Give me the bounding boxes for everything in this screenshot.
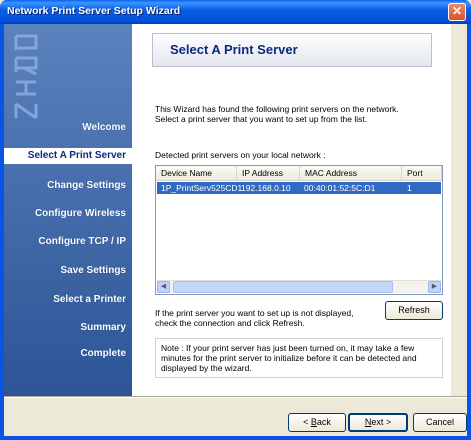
step-save-settings: Save Settings [60, 265, 126, 276]
back-prefix: < [303, 417, 311, 427]
refresh-hint-1: If the print server you want to set up i… [155, 308, 354, 318]
note-line-1: Note : If your print server has just bee… [161, 343, 415, 353]
step-select-print-server: Select A Print Server [4, 148, 132, 164]
print-server-list[interactable]: Device Name IP Address MAC Address Port … [155, 165, 443, 295]
cell-mac-address: 00:40:01:52:5C:D1 [304, 183, 376, 193]
list-header: Device Name IP Address MAC Address Port [156, 166, 442, 181]
window-title: Network Print Server Setup Wizard [7, 5, 181, 17]
cell-device-name: 1P_PrintServ525CD1 [161, 183, 243, 193]
scroll-thumb[interactable] [173, 281, 393, 293]
intro-text-2: Select a print server that you want to s… [155, 114, 368, 124]
arrow-left-icon: ◀ [160, 283, 167, 290]
cell-port: 1 [407, 183, 412, 193]
title-bar[interactable]: Network Print Server Setup Wizard ✕ [0, 0, 471, 24]
step-change-settings: Change Settings [47, 180, 126, 191]
step-summary: Summary [80, 322, 126, 333]
steps-sidebar: Welcome Select A Print Server Change Set… [4, 24, 132, 396]
refresh-hint-2: check the connection and click Refresh. [155, 318, 305, 328]
footer-divider [4, 396, 467, 398]
column-ip-address[interactable]: IP Address [237, 166, 300, 181]
close-icon: ✕ [451, 4, 463, 18]
step-configure-wireless: Configure Wireless [34, 208, 126, 219]
list-label: Detected print servers on your local net… [155, 150, 326, 160]
step-configure-tcpip: Configure TCP / IP [38, 236, 126, 247]
next-label: ext > [371, 417, 392, 427]
back-label: ack [316, 417, 331, 427]
note-line-3: displayed by the wizard. [161, 363, 252, 373]
column-device-name[interactable]: Device Name [156, 166, 237, 181]
close-button[interactable]: ✕ [448, 3, 466, 21]
refresh-button[interactable]: Refresh [385, 301, 443, 320]
step-complete: Complete [80, 348, 126, 359]
page-title: Select A Print Server [170, 42, 298, 57]
scroll-right-button[interactable]: ▶ [428, 281, 441, 293]
column-mac-address[interactable]: MAC Address [300, 166, 402, 181]
column-port[interactable]: Port [402, 166, 442, 181]
next-button[interactable]: Next > [348, 413, 408, 432]
arrow-right-icon: ▶ [431, 283, 438, 290]
horizontal-scrollbar[interactable]: ◀ ▶ [157, 280, 441, 293]
printer-logo-watermark [14, 34, 38, 120]
note-box: Note : If your print server has just bee… [155, 338, 443, 378]
step-welcome: Welcome [82, 122, 126, 133]
note-line-2: minutes for the print server to initiali… [161, 353, 417, 363]
intro-text-1: This Wizard has found the following prin… [155, 104, 399, 114]
back-button[interactable]: < Back [288, 413, 346, 432]
cell-ip-address: 192.168.0.10 [241, 183, 291, 193]
table-row[interactable]: 1P_PrintServ525CD1 192.168.0.10 00:40:01… [157, 182, 441, 194]
step-select-printer: Select a Printer [53, 294, 126, 305]
page-header: Select A Print Server [152, 33, 432, 67]
scroll-left-button[interactable]: ◀ [157, 281, 170, 293]
cancel-button[interactable]: Cancel [413, 413, 467, 432]
